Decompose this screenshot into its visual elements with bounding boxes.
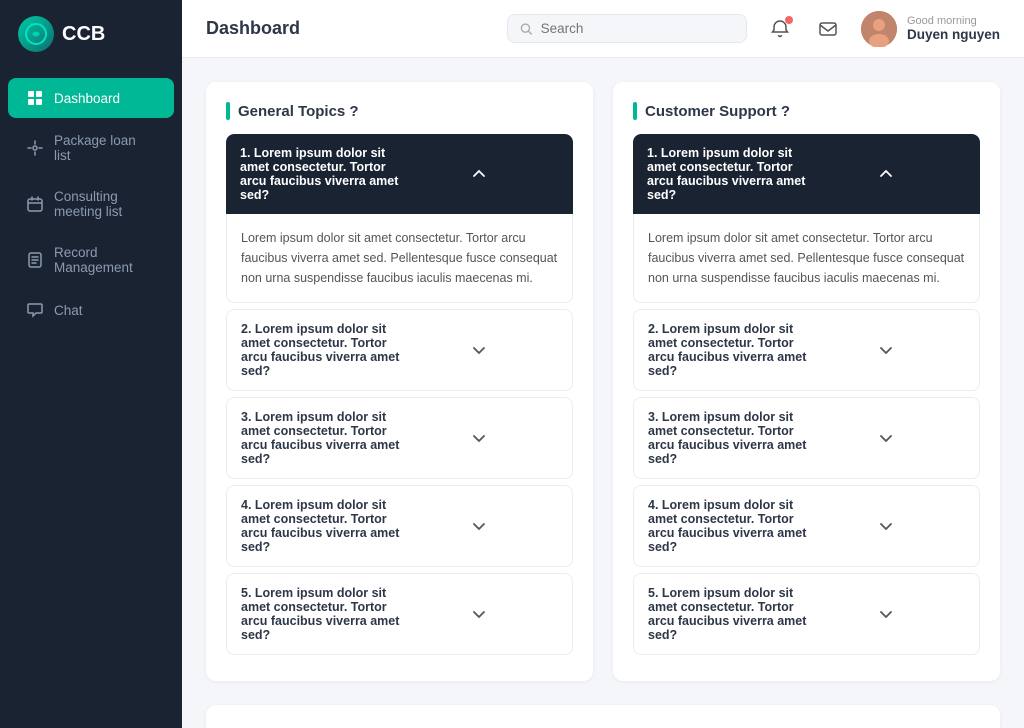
accordion-header-1[interactable]: 1. Lorem ipsum dolor sit amet consectetu…	[633, 134, 980, 214]
accordion-label: 5. Lorem ipsum dolor sit amet consectetu…	[241, 586, 400, 642]
header: Dashboard	[182, 0, 1024, 58]
chevron-up-icon	[807, 164, 967, 184]
chat-icon	[26, 301, 44, 319]
accordion-body: Lorem ipsum dolor sit amet consectetur. …	[633, 214, 980, 303]
accordion-label: 3. Lorem ipsum dolor sit amet consectetu…	[241, 410, 400, 466]
sidebar-item-dashboard[interactable]: Dashboard	[8, 78, 174, 118]
accordion-label: 2. Lorem ipsum dolor sit amet consectetu…	[241, 322, 400, 378]
record-icon	[26, 251, 44, 269]
page-title: Dashboard	[206, 18, 491, 39]
accordion-header-4[interactable]: 4. Lorem ipsum dolor sit amet consectetu…	[226, 485, 573, 567]
accordion-header-1[interactable]: 1. Lorem ipsum dolor sit amet consectetu…	[226, 134, 573, 214]
sidebar-item-chat[interactable]: Chat	[8, 290, 174, 330]
notification-button[interactable]	[763, 12, 797, 46]
sidebar-item-consulting[interactable]: Consulting meeting list	[8, 178, 174, 230]
accordion-item: 1. Lorem ipsum dolor sit amet consectetu…	[226, 134, 573, 303]
general-topics-list: 1. Lorem ipsum dolor sit amet consectetu…	[226, 134, 573, 655]
calendar-icon	[26, 195, 44, 213]
package-icon	[26, 139, 44, 157]
chevron-down-icon	[400, 604, 559, 624]
accordion-header-3[interactable]: 3. Lorem ipsum dolor sit amet consectetu…	[226, 397, 573, 479]
accordion-header-5[interactable]: 5. Lorem ipsum dolor sit amet consectetu…	[633, 573, 980, 655]
chevron-down-icon	[400, 516, 559, 536]
customer-support-list: 1. Lorem ipsum dolor sit amet consectetu…	[633, 134, 980, 655]
dashboard-icon	[26, 89, 44, 107]
general-topics-title: General Topics ?	[226, 102, 573, 120]
header-icons	[763, 12, 845, 46]
user-name: Duyen nguyen	[907, 27, 1000, 42]
accordion-header-4[interactable]: 4. Lorem ipsum dolor sit amet consectetu…	[633, 485, 980, 567]
accordion-item: 4. Lorem ipsum dolor sit amet consectetu…	[226, 485, 573, 567]
accordion-label: 5. Lorem ipsum dolor sit amet consectetu…	[648, 586, 807, 642]
chevron-down-icon	[807, 340, 966, 360]
accordion-label: 3. Lorem ipsum dolor sit amet consectetu…	[648, 410, 807, 466]
accordion-label: 4. Lorem ipsum dolor sit amet consectetu…	[648, 498, 807, 554]
accordion-header-3[interactable]: 3. Lorem ipsum dolor sit amet consectetu…	[633, 397, 980, 479]
chevron-down-icon	[807, 516, 966, 536]
accordion-header-5[interactable]: 5. Lorem ipsum dolor sit amet consectetu…	[226, 573, 573, 655]
mail-button[interactable]	[811, 12, 845, 46]
accordion-label: 2. Lorem ipsum dolor sit amet consectetu…	[648, 322, 807, 378]
accordion-header-2[interactable]: 2. Lorem ipsum dolor sit amet consectetu…	[633, 309, 980, 391]
chevron-down-icon	[807, 428, 966, 448]
chevron-up-icon	[400, 164, 560, 184]
general-topics-section: General Topics ? 1. Lorem ipsum dolor si…	[206, 82, 593, 681]
search-icon	[520, 22, 533, 36]
accordion-label: 4. Lorem ipsum dolor sit amet consectetu…	[241, 498, 400, 554]
user-greeting-block: Good morning Duyen nguyen	[907, 15, 1000, 42]
question-section: Still have question ? You can post your …	[206, 705, 1000, 728]
chevron-down-icon	[400, 340, 559, 360]
customer-support-section: Customer Support ? 1. Lorem ipsum dolor …	[613, 82, 1000, 681]
accordion-header-2[interactable]: 2. Lorem ipsum dolor sit amet consectetu…	[226, 309, 573, 391]
chevron-down-icon	[807, 604, 966, 624]
customer-support-title: Customer Support ?	[633, 102, 980, 120]
avatar	[861, 11, 897, 47]
accordion-item: 2. Lorem ipsum dolor sit amet consectetu…	[633, 309, 980, 391]
page-content: General Topics ? 1. Lorem ipsum dolor si…	[182, 58, 1024, 728]
accordion-label: 1. Lorem ipsum dolor sit amet consectetu…	[647, 146, 807, 202]
accordion-body: Lorem ipsum dolor sit amet consectetur. …	[226, 214, 573, 303]
search-input[interactable]	[541, 21, 734, 36]
sidebar-item-package-loan[interactable]: Package loan list	[8, 122, 174, 174]
greeting-text: Good morning	[907, 15, 1000, 27]
user-info: Good morning Duyen nguyen	[861, 11, 1000, 47]
app-logo[interactable]: CCB	[0, 0, 182, 68]
accordion-item: 3. Lorem ipsum dolor sit amet consectetu…	[226, 397, 573, 479]
logo-icon	[18, 16, 54, 52]
accordion-label: 1. Lorem ipsum dolor sit amet consectetu…	[240, 146, 400, 202]
faq-grid: General Topics ? 1. Lorem ipsum dolor si…	[206, 82, 1000, 681]
accordion-item: 4. Lorem ipsum dolor sit amet consectetu…	[633, 485, 980, 567]
mail-icon	[818, 19, 838, 39]
chevron-down-icon	[400, 428, 559, 448]
main-content: Dashboard	[182, 0, 1024, 728]
accordion-item: 5. Lorem ipsum dolor sit amet consectetu…	[226, 573, 573, 655]
sidebar: CCB Dashboard Package loan	[0, 0, 182, 728]
notification-badge	[785, 16, 793, 24]
accordion-item: 2. Lorem ipsum dolor sit amet consectetu…	[226, 309, 573, 391]
accordion-item: 5. Lorem ipsum dolor sit amet consectetu…	[633, 573, 980, 655]
accordion-item: 1. Lorem ipsum dolor sit amet consectetu…	[633, 134, 980, 303]
sidebar-item-record[interactable]: Record Management	[8, 234, 174, 286]
accordion-item: 3. Lorem ipsum dolor sit amet consectetu…	[633, 397, 980, 479]
sidebar-nav: Dashboard Package loan list Consulting	[0, 68, 182, 340]
search-box[interactable]	[507, 14, 747, 43]
